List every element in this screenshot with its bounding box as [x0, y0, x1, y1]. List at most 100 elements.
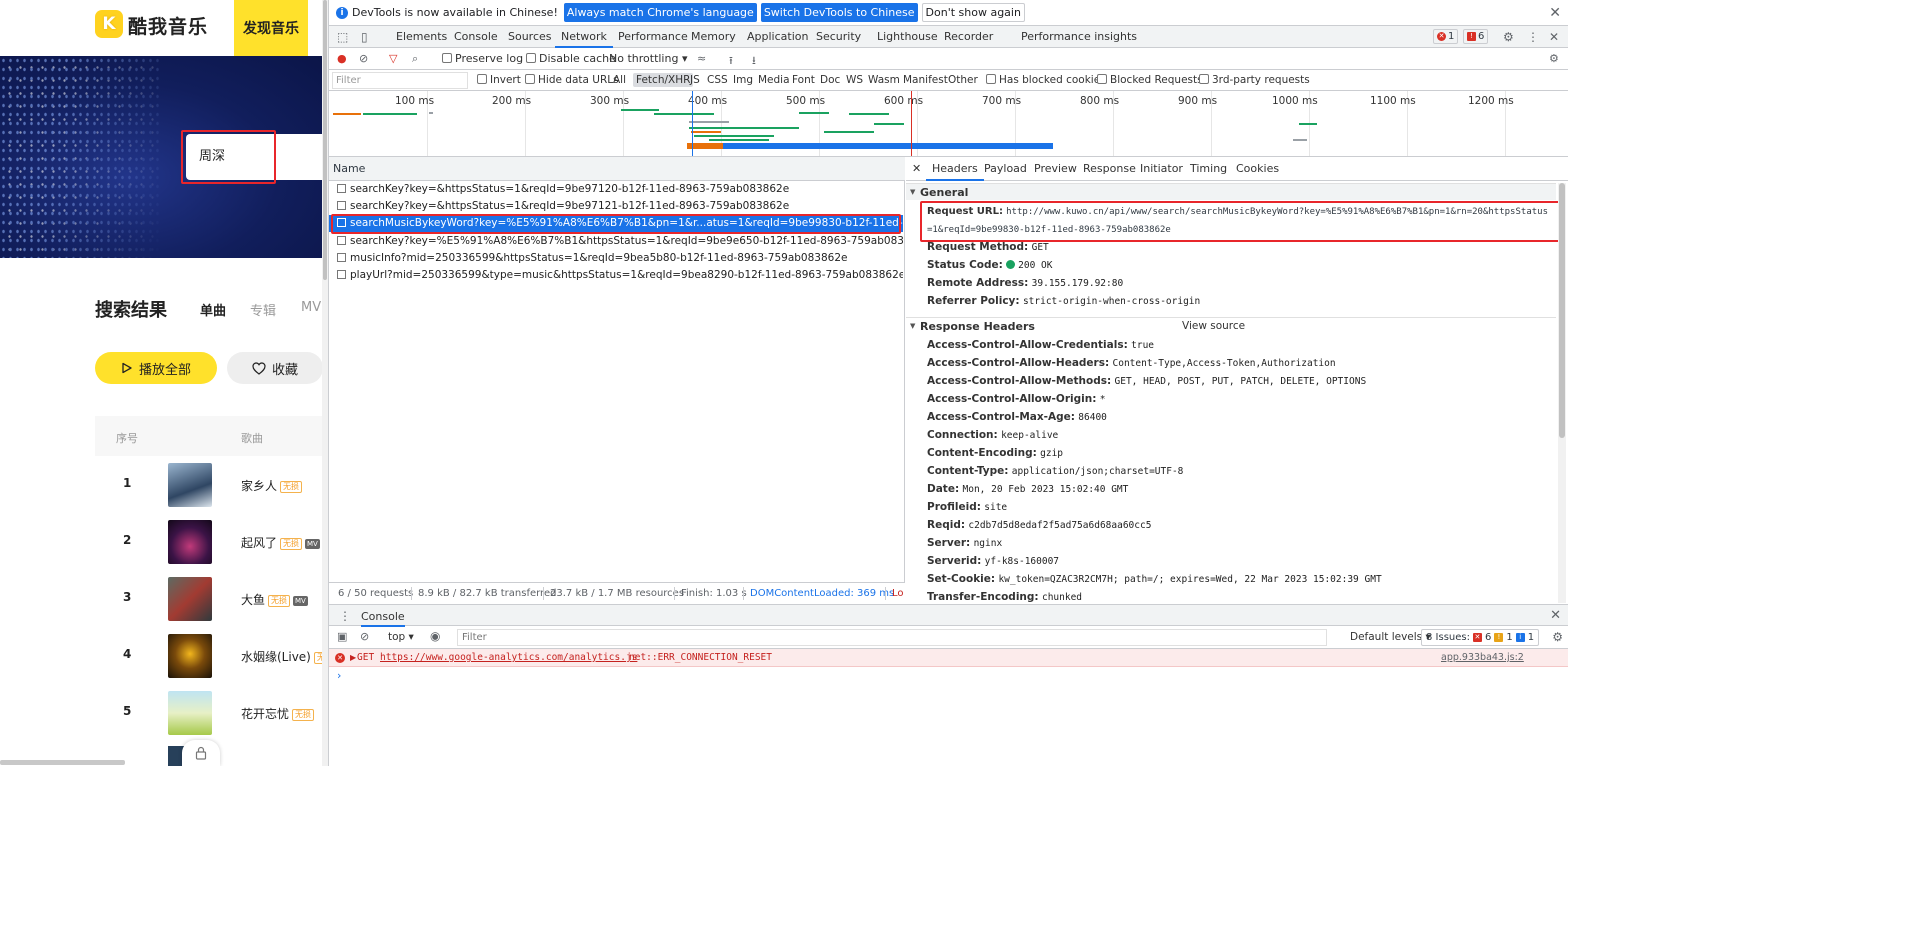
console-settings-icon[interactable]: ⚙	[1552, 630, 1563, 644]
eye-icon[interactable]: ◉	[430, 629, 440, 643]
tab-payload[interactable]: Payload	[984, 162, 1027, 175]
dont-show-again-button[interactable]: Don't show again	[921, 3, 1025, 22]
drawer-menu-icon[interactable]: ⋮	[339, 609, 351, 623]
song-name[interactable]: 水姻缘(Live)无损	[241, 648, 328, 665]
switch-chinese-button[interactable]: Switch DevTools to Chinese	[760, 3, 918, 22]
preserve-log-checkbox[interactable]: Preserve log	[442, 52, 523, 65]
mv-badge[interactable]: MV	[293, 596, 308, 606]
tab-recorder[interactable]: Recorder	[944, 30, 993, 43]
type-filter-ws[interactable]: WS	[846, 74, 863, 86]
error-count-badge[interactable]: ✕ 1	[1433, 29, 1459, 44]
discover-music-nav[interactable]: 发现音乐	[234, 0, 308, 56]
third-party-checkbox[interactable]: 3rd-party requests	[1199, 74, 1310, 86]
song-row[interactable]: 2 起风了 无损 MV	[95, 513, 328, 570]
log-levels-select[interactable]: Default levels ▾	[1350, 631, 1431, 643]
site-logo-text[interactable]: 酷我音乐	[128, 12, 208, 39]
tab-timing[interactable]: Timing	[1190, 162, 1227, 175]
song-name[interactable]: 花开忘忧 无损	[241, 705, 315, 722]
request-row[interactable]: playUrl?mid=250336599&type=music&httpsSt…	[329, 267, 903, 284]
tab-initiator[interactable]: Initiator	[1140, 162, 1183, 175]
warning-count-badge[interactable]: ! 6	[1463, 29, 1489, 44]
filter-icon[interactable]: ▽	[389, 52, 397, 65]
request-row[interactable]: searchKey?key=&httpsStatus=1&reqId=9be97…	[329, 198, 903, 215]
song-row[interactable]: 4 水姻缘(Live)无损	[95, 627, 328, 684]
disable-cache-checkbox[interactable]: Disable cache	[526, 52, 616, 65]
tab-albums[interactable]: 专辑	[250, 300, 276, 319]
tab-performance-insights[interactable]: Performance insights	[1021, 30, 1137, 43]
tab-security[interactable]: Security	[816, 30, 861, 43]
match-language-button[interactable]: Always match Chrome's language	[563, 3, 757, 22]
network-conditions-icon[interactable]: ≈	[697, 52, 706, 65]
collect-button[interactable]: 收藏	[227, 352, 323, 384]
error-url-link[interactable]: https://www.google-analytics.com/analyti…	[380, 649, 637, 667]
console-prompt-icon[interactable]: ›	[337, 669, 341, 682]
song-name[interactable]: 大鱼 无损 MV	[241, 591, 308, 608]
tab-console[interactable]: Console	[454, 30, 498, 43]
drawer-tab-console[interactable]: Console	[361, 610, 405, 627]
name-column-header[interactable]: Name	[329, 157, 905, 181]
tab-sources[interactable]: Sources	[508, 30, 552, 43]
tab-response[interactable]: Response	[1083, 162, 1136, 175]
clear-icon[interactable]: ⊘	[359, 52, 368, 65]
song-row[interactable]: 5 花开忘忧 无损	[95, 684, 328, 741]
close-detail-icon[interactable]: ✕	[912, 162, 921, 175]
blocked-requests-checkbox[interactable]: Blocked Requests	[1097, 74, 1203, 86]
type-filter-wasm[interactable]: Wasm	[868, 74, 900, 86]
play-all-button[interactable]: 播放全部	[95, 352, 217, 384]
kuwo-logo-icon[interactable]: K	[95, 10, 123, 38]
song-cover[interactable]	[168, 520, 212, 564]
type-filter-css[interactable]: CSS	[707, 74, 728, 86]
throttling-select[interactable]: No throttling ▾	[609, 52, 687, 65]
song-name[interactable]: 起风了 无损 MV	[241, 534, 320, 551]
close-icon[interactable]: ✕	[1549, 5, 1561, 21]
view-source-link[interactable]: View source	[1182, 320, 1245, 332]
tab-headers[interactable]: Headers	[926, 162, 984, 181]
tab-application[interactable]: Application	[747, 30, 808, 43]
issues-button[interactable]: 8 Issues: ✕ 6 ! 1 i1	[1421, 629, 1540, 646]
type-filter-other[interactable]: Other	[948, 74, 978, 86]
close-drawer-icon[interactable]: ✕	[1550, 608, 1561, 623]
console-filter-input[interactable]: Filter	[457, 629, 1327, 646]
tab-cookies[interactable]: Cookies	[1236, 162, 1279, 175]
invert-checkbox[interactable]: Invert	[477, 74, 521, 86]
mv-badge[interactable]: MV	[305, 539, 320, 549]
network-settings-icon[interactable]: ⚙	[1549, 52, 1559, 65]
tab-network[interactable]: Network	[555, 30, 613, 48]
song-cover[interactable]	[168, 577, 212, 621]
settings-gear-icon[interactable]: ⚙	[1503, 30, 1514, 44]
import-har-icon[interactable]: ⭱	[729, 52, 733, 71]
type-filter-fetch-xhr[interactable]: Fetch/XHR	[633, 73, 694, 87]
tab-mv[interactable]: MV	[301, 300, 321, 315]
inspect-element-icon[interactable]: ⬚	[337, 30, 348, 44]
tab-preview[interactable]: Preview	[1034, 162, 1077, 175]
record-stop-icon[interactable]: ●	[337, 52, 347, 65]
type-filter-manifest[interactable]: Manifest	[903, 74, 948, 86]
export-har-icon[interactable]: ⭳	[752, 52, 756, 71]
song-cover[interactable]	[168, 691, 212, 735]
song-name[interactable]: 家乡人 无损	[241, 477, 303, 494]
error-source-link[interactable]: app.933ba43.js:2	[1441, 649, 1524, 667]
type-filter-font[interactable]: Font	[792, 74, 815, 86]
context-select[interactable]: top ▾	[388, 631, 414, 643]
type-filter-all[interactable]: All	[613, 74, 626, 86]
clear-console-icon[interactable]: ⊘	[360, 630, 369, 643]
song-cover[interactable]	[168, 463, 212, 507]
type-filter-img[interactable]: Img	[733, 74, 753, 86]
more-options-icon[interactable]: ⋮	[1527, 30, 1539, 44]
request-row[interactable]: searchKey?key=&httpsStatus=1&reqId=9be97…	[329, 181, 903, 198]
general-section-header[interactable]: General	[906, 183, 1556, 201]
sidebar-toggle-icon[interactable]: ▣	[337, 630, 347, 643]
song-row[interactable]: 3 大鱼 无损 MV	[95, 570, 328, 627]
hide-data-urls-checkbox[interactable]: Hide data URLs	[525, 74, 619, 86]
song-row[interactable]: 1 家乡人 无损	[95, 456, 328, 513]
device-toolbar-icon[interactable]: ▯	[361, 30, 368, 44]
has-blocked-cookies-checkbox[interactable]: Has blocked cookies	[986, 74, 1106, 86]
tab-songs[interactable]: 单曲	[200, 300, 227, 322]
detail-scrollbar[interactable]	[1558, 183, 1566, 603]
request-row[interactable]: musicInfo?mid=250336599&httpsStatus=1&re…	[329, 250, 903, 267]
horizontal-scrollbar[interactable]	[0, 760, 125, 765]
song-cover[interactable]	[168, 634, 212, 678]
request-row[interactable]: searchKey?key=%E5%91%A8%E6%B7%B1&httpsSt…	[329, 233, 903, 250]
close-devtools-icon[interactable]: ✕	[1549, 30, 1559, 44]
search-icon[interactable]: ⌕	[412, 52, 418, 66]
